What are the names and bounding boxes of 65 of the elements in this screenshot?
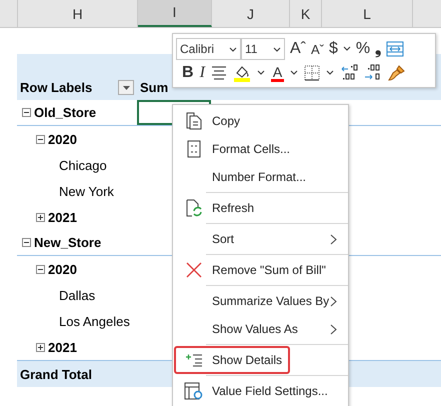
menu-item[interactable]: Summarize Values By	[174, 287, 347, 315]
toolbar-button[interactable]: %	[356, 40, 370, 58]
row-label: 2021	[48, 210, 77, 224]
paintbrush-icon[interactable]	[388, 64, 406, 82]
menu-item[interactable]: Value Field Settings...	[174, 377, 347, 405]
menu-item[interactable]: Copy	[174, 107, 347, 135]
borders-icon[interactable]	[304, 65, 320, 81]
font-color-button[interactable]: A	[270, 64, 284, 82]
row-label: New_Store	[34, 235, 102, 250]
row-label: 2020	[48, 262, 77, 276]
row-label: Old_Store	[34, 105, 96, 120]
caret-icon[interactable]	[326, 70, 334, 76]
collapse-icon[interactable]	[36, 264, 45, 274]
row-label: Dallas	[59, 288, 96, 302]
collapse-icon[interactable]	[22, 108, 31, 117]
fill-bucket-icon[interactable]	[232, 64, 251, 82]
combo-box[interactable]: 11	[241, 38, 285, 60]
caret-icon[interactable]	[290, 70, 298, 76]
refresh-icon	[185, 199, 203, 217]
list-plus-icon	[185, 353, 203, 367]
menu-item[interactable]: Refresh	[174, 194, 347, 222]
expand-icon[interactable]	[36, 342, 45, 352]
decrease-decimal-icon[interactable]	[340, 64, 358, 82]
collapse-icon[interactable]	[36, 134, 45, 144]
triangle-down-icon	[122, 86, 130, 90]
expand-icon[interactable]	[36, 212, 45, 222]
value-header: Sum	[140, 80, 168, 95]
merge-icon[interactable]	[386, 41, 404, 57]
caret-icon[interactable]	[342, 46, 351, 52]
collapse-icon[interactable]	[22, 238, 31, 247]
toolbar-button[interactable]: Aˇ	[311, 42, 324, 56]
caret-icon[interactable]	[256, 70, 265, 76]
header-label: Row Labels	[20, 80, 92, 95]
column-header[interactable]: J	[212, 0, 290, 27]
row-label: 2020	[48, 132, 77, 146]
menu-item[interactable]: Number Format...	[174, 163, 347, 191]
column-header[interactable]: I	[138, 0, 212, 27]
menu-item[interactable]: Show Details	[174, 346, 290, 374]
column-header[interactable]: K	[290, 0, 322, 27]
filter-dropdown-button[interactable]	[118, 80, 134, 95]
chevron-right-icon	[330, 234, 337, 244]
chevron-right-icon	[330, 324, 337, 334]
toolbar-button[interactable]: $	[329, 40, 338, 58]
toolbar-button[interactable]: Aˆ	[290, 40, 306, 58]
increase-decimal-icon[interactable]	[364, 64, 382, 82]
menu-item[interactable]: Show Values As	[174, 315, 347, 343]
close-icon	[186, 262, 202, 278]
row-label: Los Angeles	[59, 314, 130, 328]
format-cells-icon	[187, 140, 201, 158]
menu-item[interactable]: Remove "Sum of Bill"	[174, 256, 347, 284]
row-label: 2021	[48, 340, 77, 354]
toolbar-button[interactable]: B	[182, 64, 194, 82]
toolbar-button[interactable]: ❟	[375, 40, 382, 58]
row-label: Chicago	[59, 158, 107, 172]
field-settings-icon	[184, 382, 204, 400]
combo-box[interactable]: Calibri	[176, 38, 241, 60]
toolbar-button[interactable]: I	[200, 64, 205, 82]
copy-icon	[185, 112, 203, 130]
align-center-icon[interactable]	[210, 66, 227, 80]
row-label: New York	[59, 184, 114, 198]
chevron-right-icon	[330, 296, 337, 306]
column-header[interactable]: L	[322, 0, 413, 27]
grand-total-label: Grand Total	[20, 366, 92, 382]
menu-item[interactable]: Sort	[174, 225, 347, 253]
menu-item[interactable]: Format Cells...	[174, 135, 347, 163]
